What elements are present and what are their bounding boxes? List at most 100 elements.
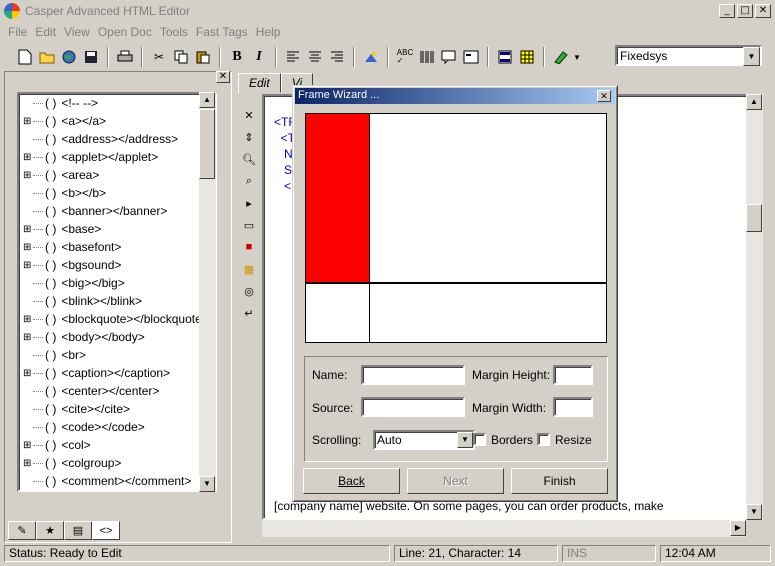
tree-item[interactable]: ⊞ ( ) <basefont> (19, 238, 215, 256)
form-icon[interactable] (460, 46, 482, 68)
expand-icon[interactable]: ⊞ (23, 170, 33, 181)
comment-icon[interactable] (438, 46, 460, 68)
menu-fast-tags[interactable]: Fast Tags (192, 25, 252, 39)
frames-icon[interactable] (494, 46, 516, 68)
spellcheck-icon[interactable]: ABC ✓ (394, 46, 416, 68)
paste-icon[interactable] (192, 46, 214, 68)
frame-divider-horizontal[interactable] (306, 282, 606, 284)
table-icon[interactable]: ▦ (238, 258, 260, 280)
menu-help[interactable]: Help (252, 25, 285, 39)
tree-item[interactable]: ⊞ ( ) <caption></caption> (19, 364, 215, 382)
expand-icon[interactable]: ⊞ (23, 314, 33, 325)
expand-icon[interactable]: ⊞ (23, 242, 33, 253)
align-left-icon[interactable] (282, 46, 304, 68)
expand-icon[interactable]: ⊞ (23, 224, 33, 235)
chevron-down-icon[interactable]: ▼ (457, 432, 473, 448)
align-right-icon[interactable] (326, 46, 348, 68)
maximize-button[interactable]: □ (737, 4, 753, 18)
editor-hscrollbar[interactable]: ▶ (262, 520, 746, 537)
editor-vscrollbar[interactable]: ▲ ▼ (746, 94, 763, 520)
tab-document-icon[interactable]: ▤ (64, 521, 92, 540)
tree-item[interactable]: ⊞ ( ) <body></body> (19, 328, 215, 346)
preview-icon[interactable]: ◎ (238, 280, 260, 302)
finish-button[interactable]: Finish (511, 468, 608, 494)
source-field[interactable] (361, 397, 465, 417)
menu-edit[interactable]: Edit (31, 25, 60, 39)
close-icon[interactable]: ✕ (216, 71, 230, 83)
expand-icon[interactable]: ⊞ (23, 152, 33, 163)
scroll-down-icon[interactable]: ▼ (746, 504, 762, 520)
tree-item[interactable]: ⊞ ( ) <colgroup> (19, 454, 215, 472)
monitor-icon[interactable]: ▭ (238, 214, 260, 236)
find-next-icon[interactable]: ⌕ (238, 170, 260, 192)
scroll-up-icon[interactable]: ▲ (746, 94, 762, 110)
find-icon[interactable]: 🔍︎ (238, 148, 260, 170)
selected-frame[interactable] (306, 114, 369, 282)
tree-item[interactable]: ( ) <br> (19, 346, 215, 364)
expand-icon[interactable]: ⊞ (23, 260, 33, 271)
dialog-close-button[interactable]: ✕ (597, 90, 611, 102)
insert-image-icon[interactable] (360, 46, 382, 68)
close-icon[interactable]: ✕ (238, 104, 260, 126)
color-icon[interactable]: ■ (238, 236, 260, 258)
resize-checkbox[interactable] (537, 433, 550, 446)
font-select[interactable]: Fixedsys ▼ (615, 45, 762, 66)
tree-item[interactable]: ( ) <comment></comment> (19, 472, 215, 490)
tree-item[interactable]: ⊞ ( ) <a></a> (19, 112, 215, 130)
barcode-icon[interactable] (416, 46, 438, 68)
chevron-down-icon[interactable]: ▼ (572, 46, 582, 68)
close-button[interactable]: ✕ (755, 4, 771, 18)
menu-tools[interactable]: Tools (156, 25, 192, 39)
tree-item[interactable]: ( ) <address></address> (19, 130, 215, 148)
tree-item[interactable]: ⊞ ( ) <col> (19, 436, 215, 454)
tree-scrollbar[interactable]: ▲ ▼ (199, 92, 216, 492)
print-icon[interactable] (114, 46, 136, 68)
frame-preview[interactable] (305, 113, 607, 343)
menu-file[interactable]: File (4, 25, 31, 39)
tree-item[interactable]: ( ) <b></b> (19, 184, 215, 202)
margin-height-field[interactable] (553, 365, 593, 385)
tree-item[interactable]: ⊞ ( ) <base> (19, 220, 215, 238)
menu-view[interactable]: View (60, 25, 94, 39)
globe-icon[interactable] (58, 46, 80, 68)
tree-item[interactable]: ( ) <big></big> (19, 274, 215, 292)
next-button[interactable]: Next (407, 468, 504, 494)
expand-icon[interactable]: ⊞ (23, 116, 33, 127)
scroll-thumb[interactable] (746, 204, 762, 232)
table-icon[interactable] (516, 46, 538, 68)
tag-tool-icon[interactable] (550, 46, 572, 68)
tree-item[interactable]: ⊞ ( ) <bgsound> (19, 256, 215, 274)
expand-icon[interactable]: ⊞ (23, 458, 33, 469)
expand-icon[interactable]: ⊞ (23, 368, 33, 379)
tab-wizard-icon[interactable]: ★ (36, 521, 64, 540)
back-button[interactable]: Back (303, 468, 400, 494)
scroll-up-icon[interactable]: ▲ (199, 92, 215, 108)
open-folder-icon[interactable] (36, 46, 58, 68)
run-icon[interactable]: ▸ (238, 192, 260, 214)
scrolling-select[interactable]: Auto ▼ (373, 430, 475, 450)
return-icon[interactable]: ↵ (238, 302, 260, 324)
chevron-down-icon[interactable]: ▼ (743, 47, 760, 66)
copy-icon[interactable] (170, 46, 192, 68)
save-icon[interactable] (80, 46, 102, 68)
scroll-right-icon[interactable]: ▶ (730, 520, 746, 536)
tree-item[interactable]: ( ) <center></center> (19, 382, 215, 400)
split-icon[interactable]: ⇕ (238, 126, 260, 148)
name-field[interactable] (361, 365, 465, 385)
tree-item[interactable]: ( ) <cite></cite> (19, 400, 215, 418)
scroll-thumb[interactable] (199, 109, 215, 179)
tree-item[interactable]: ( ) <code></code> (19, 418, 215, 436)
borders-checkbox[interactable] (473, 433, 486, 446)
tab-tags-icon[interactable]: <> (92, 521, 120, 540)
menu-open-doc[interactable]: Open Doc (94, 25, 156, 39)
minimize-button[interactable]: _ (719, 4, 735, 18)
margin-width-field[interactable] (553, 397, 593, 417)
expand-icon[interactable]: ⊞ (23, 332, 33, 343)
cut-icon[interactable]: ✂ (148, 46, 170, 68)
tree-item[interactable]: ( ) <blink></blink> (19, 292, 215, 310)
align-center-icon[interactable] (304, 46, 326, 68)
tab-tools-icon[interactable]: ✎ (8, 521, 36, 540)
tree-item[interactable]: ( ) <!-- --> (19, 94, 215, 112)
new-file-icon[interactable] (14, 46, 36, 68)
scroll-down-icon[interactable]: ▼ (199, 476, 215, 492)
